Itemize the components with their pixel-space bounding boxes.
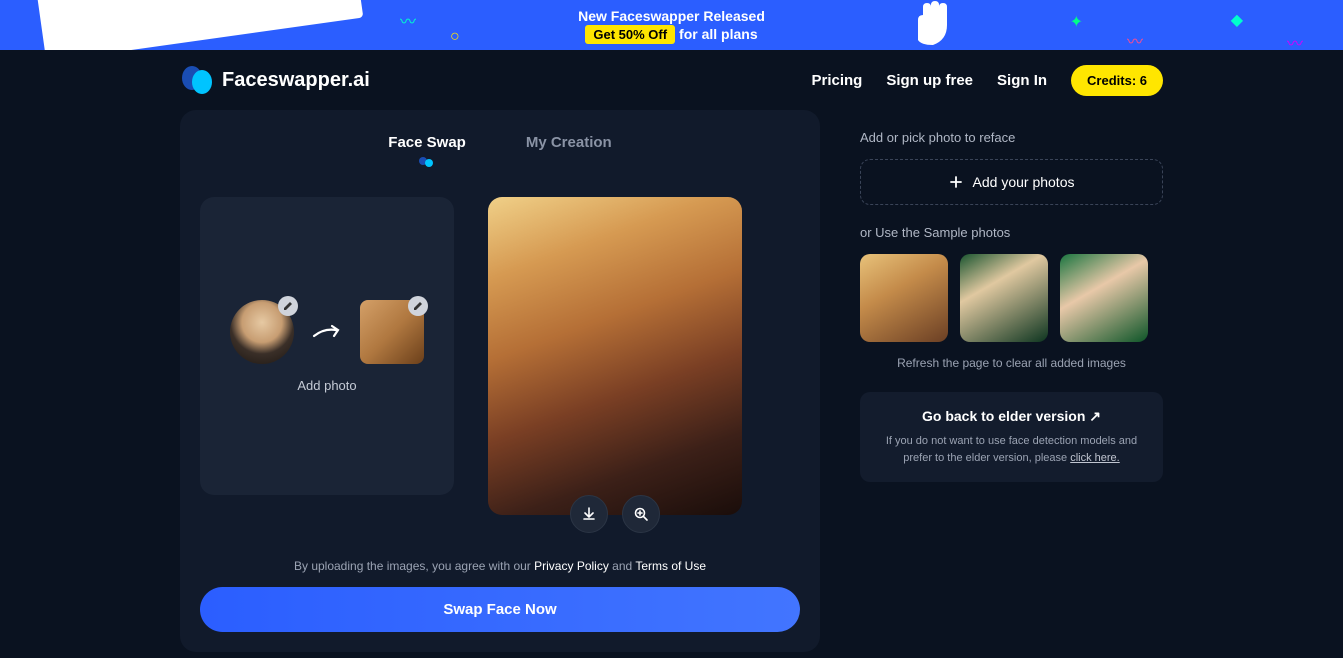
download-icon	[581, 506, 597, 522]
pencil-icon	[283, 301, 293, 311]
nav-signin[interactable]: Sign In	[997, 72, 1047, 89]
download-button[interactable]	[570, 495, 608, 533]
nav-pricing[interactable]: Pricing	[811, 72, 862, 89]
logo[interactable]: Faceswapper.ai	[180, 64, 370, 96]
banner-discount-badge: Get 50% Off	[585, 25, 675, 44]
preview-image	[488, 197, 742, 515]
tab-my-creation[interactable]: My Creation	[526, 134, 612, 169]
pencil-icon	[413, 301, 423, 311]
upload-area[interactable]: Add photo	[200, 197, 454, 495]
add-or-pick-label: Add or pick photo to reface	[860, 130, 1163, 145]
credits-button[interactable]: Credits: 6	[1071, 65, 1163, 96]
sample-photo-2[interactable]	[960, 254, 1048, 342]
edit-source-face-button[interactable]	[278, 296, 298, 316]
swap-face-button[interactable]: Swap Face Now	[200, 587, 800, 632]
header: Faceswapper.ai Pricing Sign up free Sign…	[0, 50, 1343, 110]
zoom-icon	[633, 506, 649, 522]
plus-icon	[949, 175, 963, 189]
promo-banner: 〰 ● 〰 ○ ✦ 〰 ◆ 〰 New Faceswapper Released…	[0, 0, 1343, 50]
terms-text: By uploading the images, you agree with …	[200, 559, 800, 573]
nav: Pricing Sign up free Sign In Credits: 6	[811, 65, 1163, 96]
refresh-hint: Refresh the page to clear all added imag…	[860, 356, 1163, 370]
edit-target-face-button[interactable]	[408, 296, 428, 316]
privacy-link[interactable]: Privacy Policy	[534, 559, 609, 573]
banner-headline: New Faceswapper Released	[578, 8, 765, 24]
or-use-label: or Use the Sample photos	[860, 225, 1163, 240]
hand-icon	[903, 0, 963, 50]
elder-click-here-link[interactable]: click here.	[1070, 452, 1120, 464]
brand-name: Faceswapper.ai	[222, 69, 370, 92]
elder-version-link[interactable]: Go back to elder version ↗	[880, 408, 1143, 425]
sample-photo-1[interactable]	[860, 254, 948, 342]
side-panel: Add or pick photo to reface Add your pho…	[860, 110, 1163, 652]
arrow-right-icon	[312, 322, 342, 342]
add-photos-button[interactable]: Add your photos	[860, 159, 1163, 205]
editor-panel: Face Swap My Creation	[180, 110, 820, 652]
logo-icon	[180, 64, 212, 96]
tos-link[interactable]: Terms of Use	[635, 559, 706, 573]
elder-version-box: Go back to elder version ↗ If you do not…	[860, 392, 1163, 482]
sample-photo-3[interactable]	[1060, 254, 1148, 342]
zoom-button[interactable]	[622, 495, 660, 533]
banner-suffix: for all plans	[679, 26, 758, 42]
tab-face-swap[interactable]: Face Swap	[388, 134, 466, 169]
nav-signup[interactable]: Sign up free	[886, 72, 973, 89]
add-photo-label: Add photo	[297, 378, 356, 393]
